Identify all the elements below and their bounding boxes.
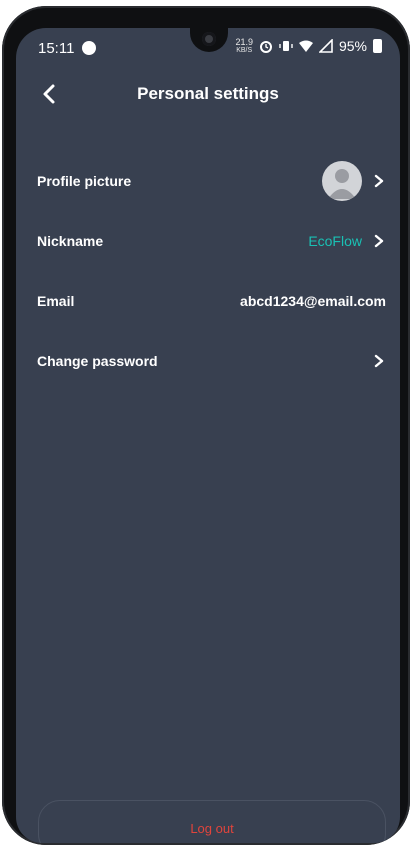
email-row: Email abcd1234@email.com (16, 281, 400, 321)
signal-icon (318, 39, 333, 53)
email-label: Email (37, 293, 75, 309)
avatar[interactable] (322, 161, 362, 201)
profile-picture-row[interactable]: Profile picture (16, 161, 400, 201)
vibrate-icon (279, 41, 293, 51)
profile-picture-value (322, 161, 386, 201)
nickname-row[interactable]: Nickname EcoFlow (16, 221, 400, 261)
avatar-placeholder-icon (328, 169, 356, 199)
nickname-value: EcoFlow (308, 233, 362, 249)
nickname-label: Nickname (37, 233, 104, 249)
chevron-right-icon (374, 234, 384, 248)
net-speed-value: 21.9 (235, 37, 253, 47)
front-camera (202, 32, 216, 46)
net-speed-unit: KB/S (236, 47, 253, 54)
change-password-label: Change password (37, 353, 158, 369)
wifi-icon (298, 40, 313, 52)
profile-picture-label: Profile picture (37, 173, 132, 189)
email-value-wrap: abcd1234@email.com (240, 293, 386, 309)
nickname-value-wrap: EcoFlow (308, 233, 386, 249)
battery-icon (373, 39, 382, 53)
logout-label: Log out (190, 820, 234, 836)
logout-button[interactable]: Log out (38, 800, 386, 843)
status-time: 15:11 (38, 40, 75, 57)
alarm-icon (259, 41, 272, 53)
status-icons: 21.9 KB/S 95% (235, 38, 382, 54)
chevron-right-icon (374, 354, 384, 368)
email-value: abcd1234@email.com (240, 293, 386, 309)
net-speed: 21.9 KB/S (235, 37, 253, 55)
change-password-row[interactable]: Change password (16, 341, 400, 381)
notification-icon (82, 41, 96, 55)
change-password-chevron-wrap (372, 354, 386, 368)
chevron-right-icon (374, 174, 384, 188)
battery-percent: 95% (338, 38, 367, 54)
phone-frame: 15:11 21.9 KB/S 95% Personal settings Pr… (2, 6, 410, 845)
page-title: Personal settings (137, 84, 279, 103)
screen: 15:11 21.9 KB/S 95% Personal settings Pr… (16, 28, 400, 843)
